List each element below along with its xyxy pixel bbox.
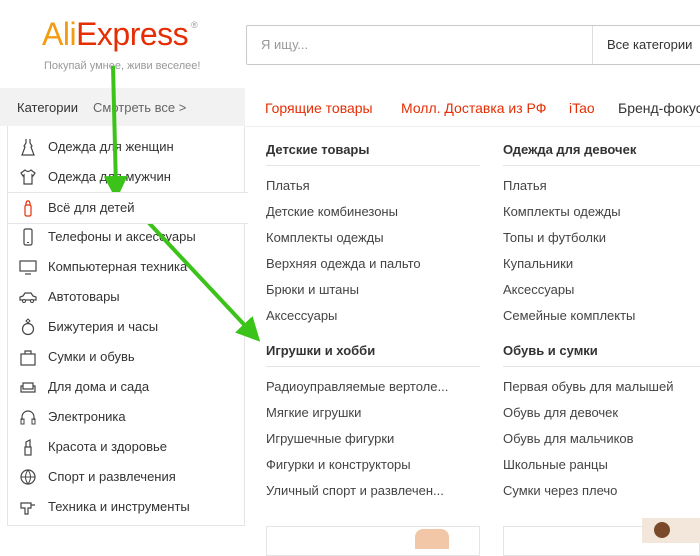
logo-ali-text: Ali [42,16,77,52]
baby-bottle-icon [24,200,32,217]
sidebar-item-label: Сумки и обувь [48,349,135,364]
subcategory-link[interactable]: Первая обувь для малышей [503,379,673,394]
sidebar-item-jewelry[interactable]: Бижутерия и часы [8,312,246,342]
subcategory-link[interactable]: Платья [266,178,310,193]
subcategory-link[interactable]: Детские комбинезоны [266,204,398,219]
subcategory-link[interactable]: Брюки и штаны [266,282,359,297]
top-navigation: Горящие товары Молл. Доставка из РФ iTao… [246,88,700,127]
sidebar-item-beauty[interactable]: Красота и здоровье [8,432,246,462]
subcategory-link[interactable]: Верхняя одежда и пальто [266,256,421,271]
sidebar-item-label: Спорт и развлечения [48,469,176,484]
drill-icon [20,502,35,515]
phone-icon [23,228,33,246]
sidebar-item-label: Для дома и сада [48,379,150,394]
sidebar-item-label: Автотовары [48,289,120,304]
subcategory-link[interactable]: Платья [503,178,547,193]
ball-icon [20,469,36,485]
sidebar-item-tools[interactable]: Техника и инструменты [8,492,246,522]
search-input[interactable]: Я ищу... [261,37,308,52]
sidebar-item-computers[interactable]: Компьютерная техника [8,252,246,282]
divider [503,165,700,166]
subcategory-link[interactable]: Радиоуправляемые вертоле... [266,379,448,394]
section-title-kids-goods[interactable]: Детские товары [266,142,369,157]
subcategory-link[interactable]: Сумки через плечо [503,483,617,498]
subcategory-link[interactable]: Фигурки и конструкторы [266,457,411,472]
category-sidebar: Одежда для женщин Одежда для мужчин Всё … [7,126,248,526]
subcategory-link[interactable]: Семейные комплекты [503,308,635,323]
subcategory-link[interactable]: Топы и футболки [503,230,606,245]
nav-link-itao[interactable]: iTao [569,100,595,116]
aliexpress-logo[interactable]: AliExpress ® [42,16,198,53]
sidebar-item-kids[interactable]: Всё для детей [8,192,248,224]
divider [266,366,480,367]
divider [503,366,700,367]
sidebar-item-label: Компьютерная техника [48,259,188,274]
categories-title: Категории [17,100,78,115]
lipstick-icon [24,439,32,456]
trademark-icon: ® [191,20,198,30]
bag-icon [20,350,36,366]
sidebar-item-sport[interactable]: Спорт и развлечения [8,462,246,492]
subcategory-link[interactable]: Уличный спорт и развлечен... [266,483,444,498]
subcategory-link[interactable]: Обувь для мальчиков [503,431,634,446]
tagline: Покупай умнее, живи веселее! [44,60,201,72]
sidebar-item-label: Красота и здоровье [48,439,168,454]
section-title-girls-clothing[interactable]: Одежда для девочек [503,142,636,157]
promo-image [415,529,449,549]
logo-express-text: Express [76,16,189,52]
shirt-icon [20,169,36,185]
nav-link-mall[interactable]: Молл. Доставка из РФ [401,100,546,116]
sidebar-item-label: Бижутерия и часы [48,319,159,334]
subcategory-link[interactable]: Купальники [503,256,573,271]
headphones-icon [20,410,36,425]
categories-header: Категории Смотреть все > [0,88,245,126]
promo-image [642,518,700,543]
subcategory-link[interactable]: Мягкие игрушки [266,405,361,420]
subcategory-link[interactable]: Комплекты одежды [266,230,384,245]
monitor-icon [19,260,37,275]
nav-link-brand[interactable]: Бренд-фокус [618,100,700,116]
header: AliExpress ® Покупай умнее, живи веселее!… [0,0,700,88]
ring-icon [21,318,35,336]
sidebar-item-label: Электроника [48,409,126,424]
nav-link-hot[interactable]: Горящие товары [265,100,373,116]
sidebar-item-men[interactable]: Одежда для мужчин [8,162,246,192]
promo-tile[interactable] [266,526,480,556]
see-all-link[interactable]: Смотреть все > [93,100,186,115]
car-icon [19,292,37,303]
dress-icon [21,139,35,156]
sidebar-item-phones[interactable]: Телефоны и аксессуары [8,222,246,252]
sidebar-item-label: Всё для детей [48,200,135,215]
divider [266,165,480,166]
subcategory-link[interactable]: Аксессуары [503,282,574,297]
subcategory-link[interactable]: Комплекты одежды [503,204,621,219]
section-title-shoes-bags[interactable]: Обувь и сумки [503,343,598,358]
search-category-select[interactable]: Все категории [592,26,692,64]
subcategory-link[interactable]: Обувь для девочек [503,405,618,420]
sidebar-item-label: Техника и инструменты [48,499,190,514]
subcategory-link[interactable]: Школьные ранцы [503,457,608,472]
sidebar-item-label: Телефоны и аксессуары [48,229,196,244]
sidebar-item-auto[interactable]: Автотовары [8,282,246,312]
sidebar-item-bags[interactable]: Сумки и обувь [8,342,246,372]
search-box[interactable]: Я ищу... Все категории [246,25,700,65]
sidebar-item-label: Одежда для мужчин [48,169,171,184]
sidebar-item-electronics[interactable]: Электроника [8,402,246,432]
subcategory-link[interactable]: Игрушечные фигурки [266,431,394,446]
sidebar-item-home[interactable]: Для дома и сада [8,372,246,402]
sidebar-item-label: Одежда для женщин [48,139,174,154]
sidebar-item-women[interactable]: Одежда для женщин [8,132,246,162]
sofa-icon [20,382,36,393]
subcategory-link[interactable]: Аксессуары [266,308,337,323]
section-title-toys[interactable]: Игрушки и хобби [266,343,375,358]
